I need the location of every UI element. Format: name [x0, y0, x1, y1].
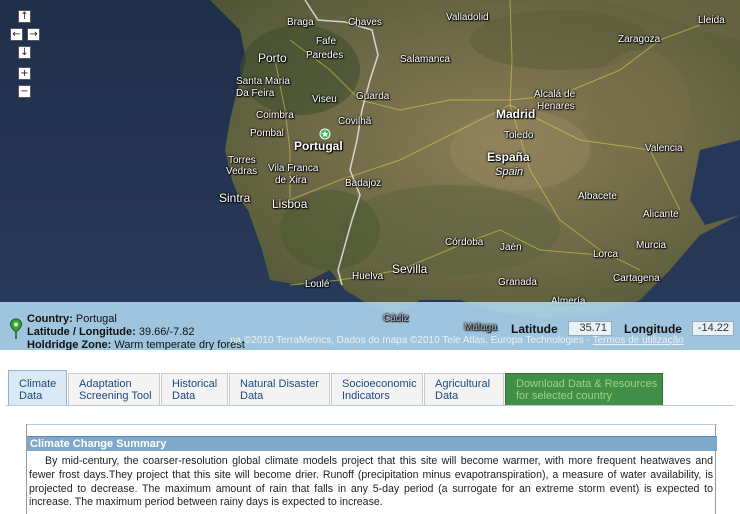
map-label-albacete: Albacete: [578, 191, 617, 202]
tab-label-line2: Screening Tool: [79, 390, 152, 402]
tab-bar: Climate Data Adaptation Screening Tool H…: [6, 370, 734, 406]
map-label-valladolid: Valladolid: [446, 12, 489, 23]
map-label-madrid: Madrid: [496, 107, 536, 121]
map-label-coimbra: Coimbra: [256, 110, 294, 121]
latlon-line: Latitude / Longitude: 39.66/-7.82: [27, 326, 194, 338]
map-label-huelva: Huelva: [352, 271, 384, 282]
map-label-toledo: Toledo: [504, 130, 534, 141]
map-label-portugal: Portugal: [294, 139, 343, 153]
map-copyright: na ©2010 TerraMetrics, Dados do mapa ©20…: [230, 335, 684, 346]
map-label-granada: Granada: [498, 277, 537, 288]
map-label-pombal: Pombal: [250, 128, 284, 139]
tab-label-line2: Data: [240, 390, 264, 402]
map-label-spain: Spain: [495, 166, 524, 178]
tab-download-data[interactable]: Download Data & Resources for selected c…: [505, 373, 663, 406]
latitude-readout: 35.71: [568, 321, 612, 336]
map-label-viseu: Viseu: [312, 94, 337, 105]
pan-left-button[interactable]: ←: [10, 28, 23, 41]
map-label-porto: Porto: [258, 51, 287, 65]
tab-label-line1: Natural Disaster: [240, 378, 319, 390]
satellite-map[interactable]: ↑ ← → ↓ + − Braga Chaves Valladolid Llei…: [0, 0, 740, 350]
map-label-vedras: Vedras: [226, 166, 258, 177]
map-label-alicante: Alicante: [643, 209, 679, 220]
map-label-malaga: Málaga: [464, 322, 497, 333]
tab-climate-data[interactable]: Climate Data: [8, 370, 67, 406]
map-label-chaves: Chaves: [348, 17, 382, 28]
tab-divider: [6, 405, 734, 406]
tab-label-line1: Adaptation: [79, 378, 132, 390]
panel-header: Climate Change Summary: [27, 436, 717, 451]
map-label-cartagena: Cartagena: [613, 273, 660, 284]
map-label-braga: Braga: [287, 17, 314, 28]
page: ↑ ← → ↓ + − Braga Chaves Valladolid Llei…: [0, 0, 740, 514]
holdridge-line: Holdridge Zone: Warm temperate dry fores…: [27, 339, 245, 350]
map-label-fafe: Fafe: [316, 36, 337, 47]
pan-down-button[interactable]: ↓: [18, 46, 31, 59]
map-label-henares: Henares: [537, 101, 575, 112]
tab-label-line2: for selected country: [516, 390, 612, 402]
latlon-value: 39.66/-7.82: [138, 326, 195, 338]
longitude-label: Longitude: [624, 322, 682, 336]
map-label-de-xira: de Xira: [275, 175, 307, 186]
map-label-cadiz: Cádiz: [383, 313, 409, 324]
map-label-espana: España: [487, 150, 530, 164]
pan-right-button[interactable]: →: [27, 28, 40, 41]
tab-label-line1: Socioeconomic: [342, 378, 417, 390]
location-pin-icon: [9, 318, 23, 339]
zoom-in-button[interactable]: +: [18, 67, 31, 80]
map-label-jaen: Jaén: [500, 242, 522, 253]
longitude-readout: -14.22: [692, 321, 734, 336]
map-label-zaragoza: Zaragoza: [618, 34, 661, 45]
map-label-salamanca: Salamanca: [400, 54, 451, 65]
tab-label-line2: Data: [172, 390, 196, 402]
copyright-text: na ©2010 TerraMetrics, Dados do mapa ©20…: [230, 335, 593, 346]
climate-summary-panel: Climate Change Summary By mid-century, t…: [26, 424, 717, 514]
country-line: Country: Portugal: [27, 313, 117, 325]
map-label-badajoz: Badajoz: [345, 178, 382, 189]
tab-label-line2: Data: [19, 390, 43, 402]
tab-socioeconomic-indicators[interactable]: Socioeconomic Indicators: [331, 373, 423, 406]
zoom-out-button[interactable]: −: [18, 85, 31, 98]
map-label-murcia: Murcia: [636, 240, 667, 251]
country-value: Portugal: [75, 313, 117, 325]
latitude-label: Latitude: [511, 322, 558, 336]
map-label-santa-maria: Santa Maria: [236, 76, 290, 87]
map-label-guarda: Guarda: [356, 91, 390, 102]
data-section: Climate Data Adaptation Screening Tool H…: [0, 350, 740, 514]
map-label-loule: Loulé: [305, 279, 330, 290]
map-label-sintra: Sintra: [219, 191, 251, 205]
map-label-paredes: Paredes: [306, 50, 344, 61]
map-label-alcala: Alcalá de: [534, 89, 576, 100]
tab-label-line2: Indicators: [342, 390, 390, 402]
tab-historical-data[interactable]: Historical Data: [161, 373, 228, 406]
terms-link[interactable]: Termos de utilização: [593, 335, 684, 346]
tab-label-line1: Climate: [19, 378, 57, 390]
tab-label-line1: Download Data & Resources: [516, 378, 658, 390]
panel-divider: [27, 424, 717, 425]
country-label: Country:: [27, 313, 73, 325]
latlon-label: Latitude / Longitude:: [27, 326, 136, 338]
map-label-covilha: Covilhã: [338, 116, 372, 127]
tab-natural-disaster-data[interactable]: Natural Disaster Data: [229, 373, 330, 406]
tab-adaptation-screening-tool[interactable]: Adaptation Screening Tool: [68, 373, 160, 406]
map-label-lisboa: Lisboa: [272, 197, 308, 211]
map-label-valencia: Valencia: [645, 143, 683, 154]
pan-up-button[interactable]: ↑: [18, 10, 31, 23]
climate-summary-text: By mid-century, the coarser-resolution g…: [29, 455, 713, 509]
map-terrain: [0, 0, 740, 350]
holdridge-value: Warm temperate dry forest: [114, 339, 245, 350]
map-label-cordoba: Córdoba: [445, 237, 484, 248]
tab-agricultural-data[interactable]: Agricultural Data: [424, 373, 504, 406]
map-label-da-feira: Da Feira: [236, 88, 275, 99]
map-label-vila-franca: Vila Franca: [268, 163, 319, 174]
holdridge-label: Holdridge Zone:: [27, 339, 112, 350]
tab-label-line2: Data: [435, 390, 459, 402]
site-marker-icon[interactable]: [319, 128, 331, 140]
map-label-lorca: Lorca: [593, 249, 619, 260]
map-label-sevilla: Sevilla: [392, 262, 428, 276]
tab-label-line1: Historical: [172, 378, 218, 390]
map-label-lleida: Lleida: [698, 15, 725, 26]
tab-label-line1: Agricultural: [435, 378, 491, 390]
